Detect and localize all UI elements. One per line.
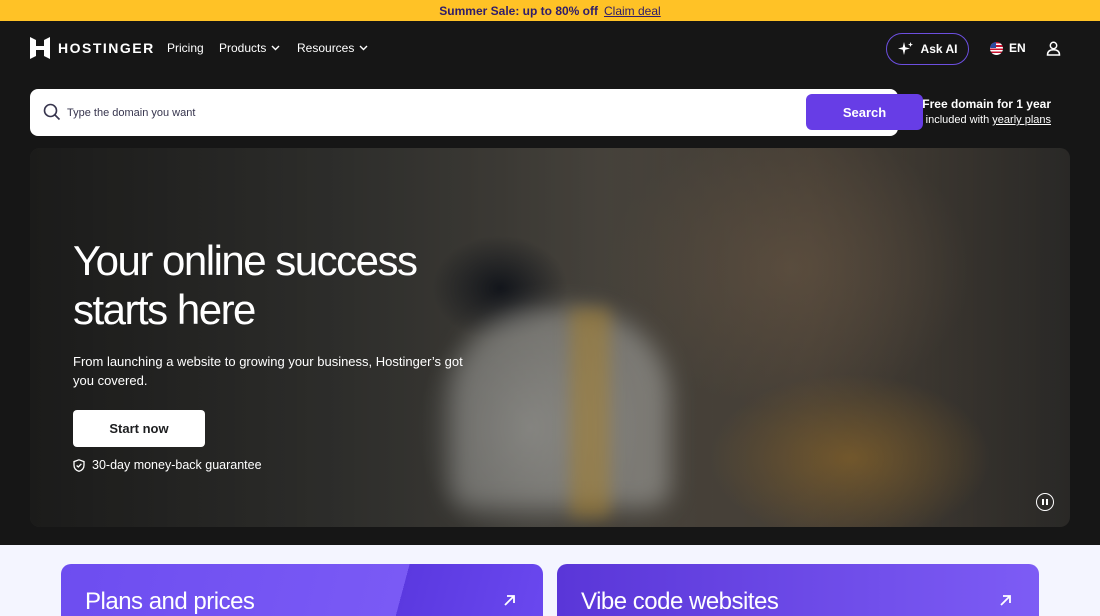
shield-check-icon: [73, 458, 85, 472]
start-now-button[interactable]: Start now: [73, 410, 205, 447]
hero-subtitle: From launching a website to growing your…: [73, 354, 463, 388]
ask-ai-label: Ask AI: [920, 42, 958, 56]
pause-icon-bar: [1046, 499, 1048, 505]
card-title: Plans and prices: [85, 588, 255, 615]
feature-cards-section: Plans and prices Vibe code websites: [0, 545, 1100, 616]
search-icon: [43, 103, 61, 121]
hero-title: Your online success starts here: [73, 237, 418, 333]
card-title: Vibe code websites: [581, 588, 779, 615]
arrow-up-right-icon: [1000, 595, 1011, 606]
chevron-down-icon: [359, 45, 368, 51]
brand-logo[interactable]: HOSTINGER: [30, 37, 155, 59]
pause-video-button[interactable]: [1036, 493, 1054, 511]
account-button[interactable]: [1046, 41, 1061, 61]
vibe-code-websites-card[interactable]: Vibe code websites: [557, 564, 1039, 616]
brand-name: HOSTINGER: [58, 40, 155, 56]
hero-section: Your online success starts here From lau…: [30, 148, 1070, 527]
promo-banner: Summer Sale: up to 80% off Claim deal: [0, 0, 1100, 21]
domain-search-input[interactable]: [66, 97, 786, 128]
free-domain-promo: Free domain for 1 year included with yea…: [922, 97, 1051, 126]
claim-deal-link[interactable]: Claim deal: [604, 4, 661, 18]
money-back-guarantee: 30-day money-back guarantee: [73, 458, 493, 472]
ask-ai-button[interactable]: Ask AI: [886, 33, 969, 65]
nav-pricing-label: Pricing: [167, 41, 204, 55]
yearly-plans-link[interactable]: yearly plans: [992, 114, 1051, 126]
hostinger-logo-icon: [30, 37, 50, 59]
us-flag-icon: [990, 41, 1003, 55]
free-domain-title: Free domain for 1 year: [922, 97, 1051, 111]
free-domain-subtitle: included with yearly plans: [922, 114, 1051, 126]
free-domain-sub-prefix: included with: [925, 114, 990, 126]
hero-background-apron: [570, 308, 610, 518]
plans-and-prices-card[interactable]: Plans and prices: [61, 564, 543, 616]
language-selector[interactable]: EN: [990, 41, 1026, 55]
search-button[interactable]: Search: [806, 94, 923, 130]
chevron-down-icon: [271, 45, 280, 51]
nav-resources-label: Resources: [297, 41, 355, 55]
pause-icon: [1042, 499, 1044, 505]
sparkle-icon: [897, 42, 913, 55]
nav-products[interactable]: Products: [219, 41, 280, 55]
arrow-up-right-icon: [504, 595, 515, 606]
hero-content: Your online success starts here From lau…: [73, 236, 493, 472]
domain-search-bar: Search: [30, 89, 923, 136]
nav-pricing[interactable]: Pricing: [167, 41, 204, 55]
guarantee-text: 30-day money-back guarantee: [92, 458, 262, 472]
top-navigation: HOSTINGER Pricing Products Resources Ask…: [0, 21, 1100, 77]
language-label: EN: [1009, 41, 1026, 55]
promo-text: Summer Sale: up to 80% off: [439, 3, 598, 18]
nav-resources[interactable]: Resources: [297, 41, 368, 55]
nav-products-label: Products: [219, 41, 267, 55]
user-icon: [1046, 41, 1061, 56]
